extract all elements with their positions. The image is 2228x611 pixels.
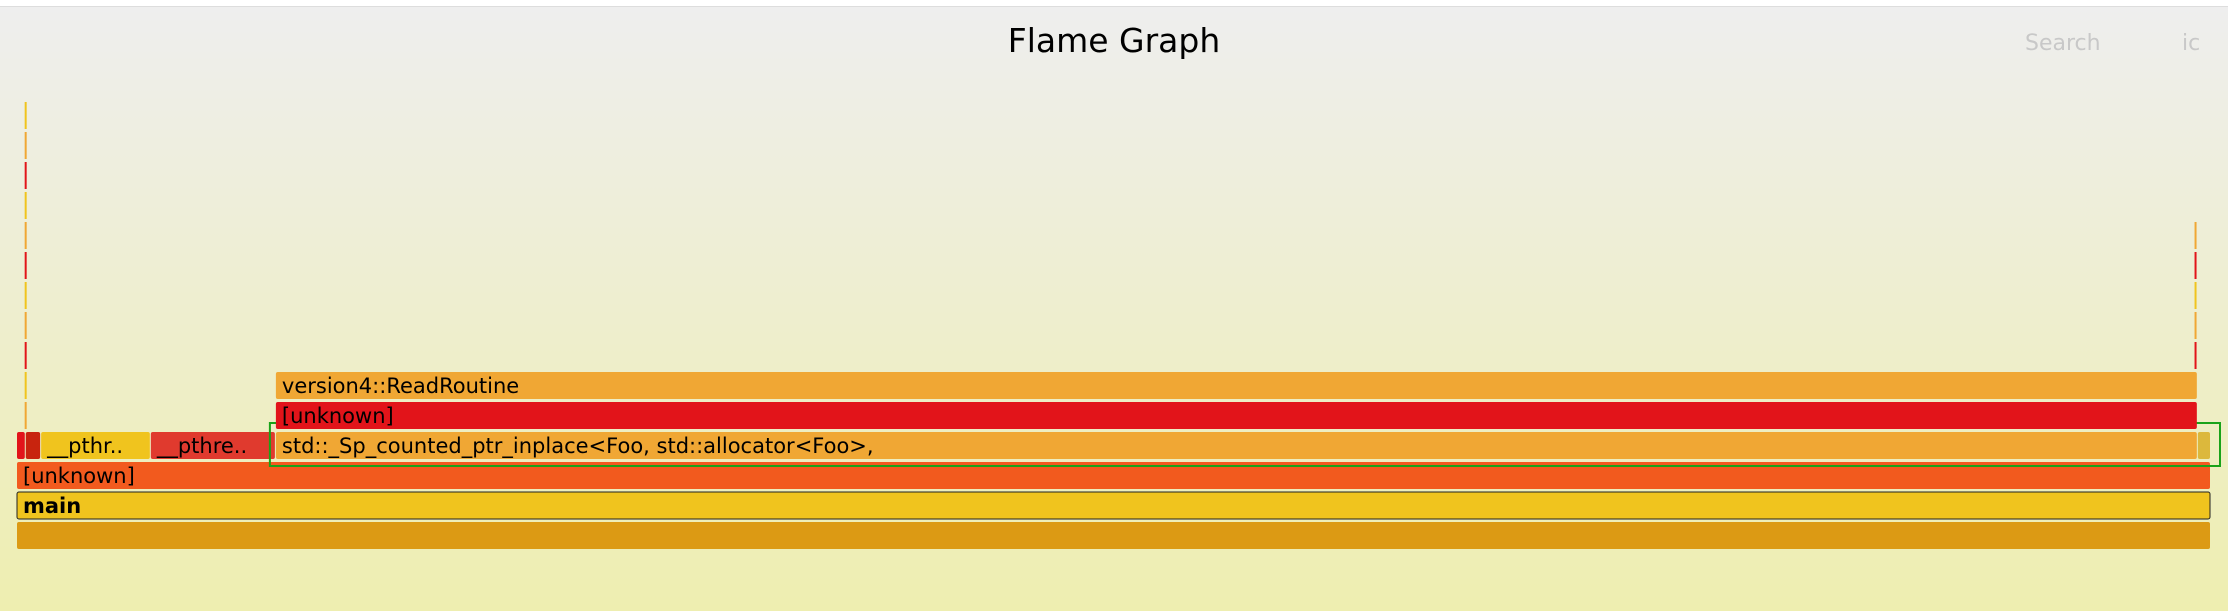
frame-rect[interactable] (275, 372, 2197, 399)
frame-rect[interactable] (25, 432, 41, 459)
spike-frame[interactable] (2194, 312, 2197, 339)
frame-rect[interactable] (275, 402, 2197, 429)
flame-frame[interactable] (2197, 432, 2210, 459)
spike-frame[interactable] (24, 252, 27, 279)
frame-label: __pthre.. (156, 434, 247, 459)
flame-frame[interactable]: __pthre.. (150, 432, 275, 459)
frame-rect[interactable] (16, 491, 2211, 520)
spike-frame[interactable] (2194, 222, 2197, 249)
spike-frame[interactable] (2194, 342, 2197, 369)
frame-label: [unknown] (23, 464, 135, 488)
frame-label: [unknown] (282, 404, 394, 428)
flame-graph: main[unknown]__pthr.. __pthre.. std::_Sp_c… (16, 102, 2222, 549)
flame-frame[interactable] (17, 432, 25, 459)
spike-frame[interactable] (2194, 282, 2197, 309)
frame-rect[interactable] (2197, 432, 2210, 459)
flame-frame[interactable]: std::_Sp_counted_ptr_inplace<Foo, std::a… (275, 432, 2197, 459)
flame-frame[interactable] (25, 432, 41, 459)
spike-frame[interactable] (24, 372, 27, 399)
flame-frame[interactable]: main (16, 491, 2211, 520)
spike-frame[interactable] (24, 282, 27, 309)
flame-graph-canvas: Flame Graph Search ic main [unknown] __pth… (0, 6, 2228, 611)
frame-label: __pthr.. (46, 434, 123, 459)
spike-frame[interactable] (2194, 252, 2197, 279)
spike-frame[interactable] (24, 192, 27, 219)
flame-frame[interactable]: [unknown] (275, 402, 2197, 429)
frame-label: std::_Sp_counted_ptr_inplace<Foo, std::a… (282, 434, 874, 459)
spike-frame[interactable] (24, 402, 27, 429)
spike-frame[interactable] (24, 342, 27, 369)
spike-frame[interactable] (24, 222, 27, 249)
frame-rect[interactable] (17, 432, 25, 459)
frame-rect[interactable] (17, 522, 2210, 549)
flame-frame[interactable]: version4::ReadRoutine (275, 372, 2197, 399)
spike-frame[interactable] (24, 132, 27, 159)
spike-frame[interactable] (24, 102, 27, 129)
spike-frame[interactable] (24, 312, 27, 339)
flame-frame[interactable]: __pthr.. (41, 432, 150, 459)
spike-frame[interactable] (24, 162, 27, 189)
flame-frame[interactable] (17, 522, 2210, 549)
frame-label: version4::ReadRoutine (282, 374, 519, 398)
frame-label: main (23, 494, 81, 518)
